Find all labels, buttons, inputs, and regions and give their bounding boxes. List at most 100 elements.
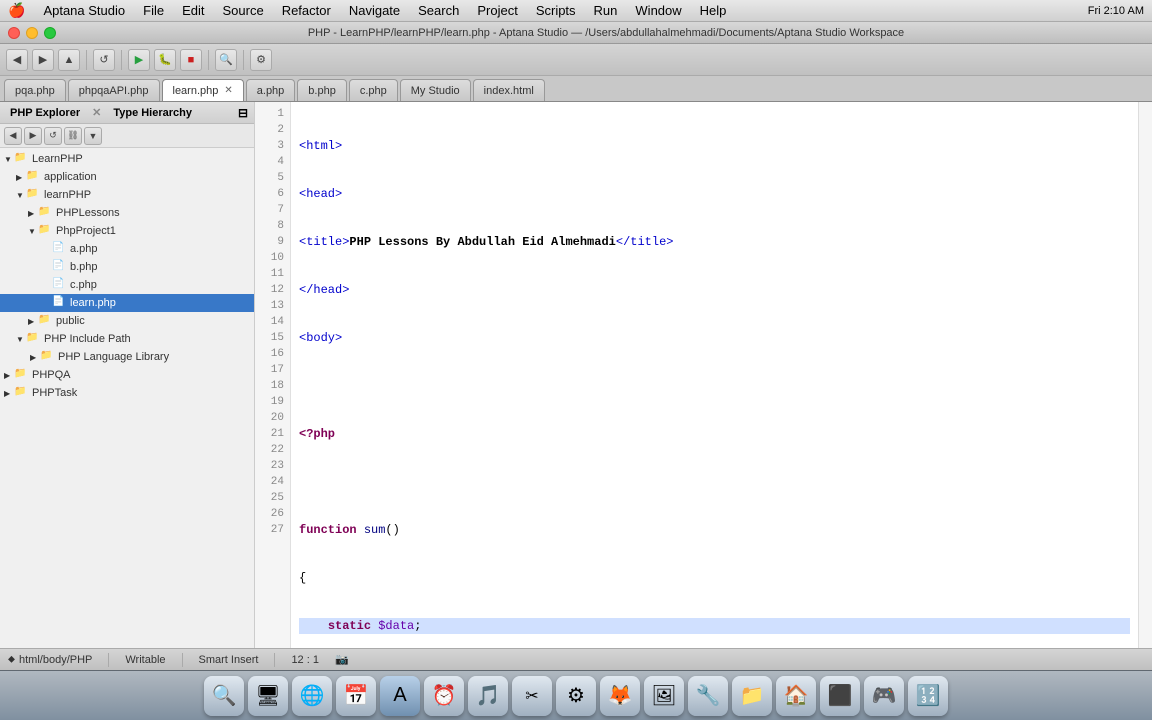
- line-num-15: 15: [255, 330, 290, 346]
- code-editor[interactable]: <html> <head> <title>PHP Lessons By Abdu…: [291, 102, 1138, 648]
- tab-mystudio[interactable]: My Studio: [400, 79, 471, 101]
- line-num-8: 8: [255, 218, 290, 234]
- line-num-20: 20: [255, 410, 290, 426]
- toolbar-preferences-btn[interactable]: ⚙: [250, 49, 272, 71]
- tab-b[interactable]: b.php: [297, 79, 347, 101]
- line-num-12: 12: [255, 282, 290, 298]
- menu-edit[interactable]: Edit: [174, 1, 212, 20]
- maximize-button[interactable]: [44, 27, 56, 39]
- menu-scripts[interactable]: Scripts: [528, 1, 584, 20]
- sidebar-tab-explorer[interactable]: PHP Explorer: [6, 105, 84, 121]
- code-line-11: static $data;: [299, 618, 1130, 634]
- editor-area[interactable]: 1 2 3 4 5 6 7 8 9 10 11 12 13 14 15 16 1: [255, 102, 1152, 648]
- tree-label-phplessons: PHPLessons: [56, 207, 120, 219]
- tab-c[interactable]: c.php: [349, 79, 398, 101]
- status-path-item: ⬥ html/body/PHP: [8, 654, 92, 666]
- dock-terminal[interactable]: ⬛: [820, 676, 860, 716]
- sidebar-refresh-btn[interactable]: ↺: [44, 127, 62, 145]
- folder-icon-php-language-library: 📁: [40, 350, 56, 364]
- tab-learn-close[interactable]: ✕: [224, 85, 232, 96]
- dock-tools[interactable]: 🔧: [688, 676, 728, 716]
- status-sep-3: [274, 653, 275, 667]
- dock-settings[interactable]: ⚙: [556, 676, 596, 716]
- sidebar-link-btn[interactable]: ⛓: [64, 127, 82, 145]
- line-num-23: 23: [255, 458, 290, 474]
- tab-learn-label: learn.php: [173, 85, 219, 97]
- tree-item-bphp[interactable]: 📄 b.php: [0, 258, 254, 276]
- tree-item-php-include-path[interactable]: ▼ 📁 PHP Include Path: [0, 330, 254, 348]
- sidebar: PHP Explorer ✕ Type Hierarchy ⊟ ◀ ▶ ↺ ⛓ …: [0, 102, 255, 648]
- tree-item-learnphp-file[interactable]: 📄 learn.php: [0, 294, 254, 312]
- tab-pqa[interactable]: pqa.php: [4, 79, 66, 101]
- dock-files[interactable]: 📁: [732, 676, 772, 716]
- dock-finder[interactable]: 🔍: [204, 676, 244, 716]
- toolbar-forward-btn[interactable]: ▶: [32, 49, 54, 71]
- menu-window[interactable]: Window: [627, 1, 689, 20]
- dock-music[interactable]: 🎵: [468, 676, 508, 716]
- apple-menu-icon[interactable]: 🍎: [8, 2, 25, 19]
- menu-run[interactable]: Run: [586, 1, 626, 20]
- toolbar-back-btn[interactable]: ◀: [6, 49, 28, 71]
- status-writable-item: Writable: [125, 654, 165, 666]
- dock: 🔍 🖥 🌐 📅 A ⏰ 🎵 ✂ ⚙ 🦊 🖼 🔧 📁 🏠 ⬛ 🎮 🔢: [0, 670, 1152, 720]
- menu-search[interactable]: Search: [410, 1, 467, 20]
- dock-home[interactable]: 🏠: [776, 676, 816, 716]
- dock-numbers[interactable]: 🔢: [908, 676, 948, 716]
- dock-browser[interactable]: 🌐: [292, 676, 332, 716]
- sidebar-expand-btn[interactable]: ▶: [24, 127, 42, 145]
- tree-item-cphp[interactable]: 📄 c.php: [0, 276, 254, 294]
- menu-navigate[interactable]: Navigate: [341, 1, 408, 20]
- line-num-5: 5: [255, 170, 290, 186]
- tree-item-php-language-library[interactable]: ▶ 📁 PHP Language Library: [0, 348, 254, 366]
- tree-item-phplessons[interactable]: ▶ 📁 PHPLessons: [0, 204, 254, 222]
- tree-item-phptask[interactable]: ▶ 📁 PHPTask: [0, 384, 254, 402]
- tab-learn[interactable]: learn.php ✕: [162, 79, 244, 101]
- toolbar-up-btn[interactable]: ▲: [58, 49, 80, 71]
- tree-item-phpqa[interactable]: ▶ 📁 PHPQA: [0, 366, 254, 384]
- close-button[interactable]: [8, 27, 20, 39]
- tab-phpqa[interactable]: phpqaAPI.php: [68, 79, 160, 101]
- menu-help[interactable]: Help: [692, 1, 735, 20]
- folder-icon-application: 📁: [26, 170, 42, 184]
- sidebar-menu-btn[interactable]: ▼: [84, 127, 102, 145]
- toolbar-refresh-btn[interactable]: ↺: [93, 49, 115, 71]
- dock-game[interactable]: 🎮: [864, 676, 904, 716]
- tree-label-learnphp: LearnPHP: [32, 153, 83, 165]
- toolbar-debug-btn[interactable]: 🐛: [154, 49, 176, 71]
- dock-firefox[interactable]: 🦊: [600, 676, 640, 716]
- tree-label-php-include-path: PHP Include Path: [44, 333, 131, 345]
- tree-item-phpproject1[interactable]: ▼ 📁 PhpProject1: [0, 222, 254, 240]
- tree-arrow-phpproject1: ▼: [28, 227, 38, 236]
- dock-photos[interactable]: 🖼: [644, 676, 684, 716]
- menu-refactor[interactable]: Refactor: [274, 1, 339, 20]
- dock-scissors[interactable]: ✂: [512, 676, 552, 716]
- menu-aptana[interactable]: Aptana Studio: [35, 1, 133, 20]
- sidebar-collapse-btn[interactable]: ◀: [4, 127, 22, 145]
- sidebar-minimize-icon[interactable]: ⊟: [238, 106, 248, 120]
- tree-item-learnphp[interactable]: ▼ 📁 LearnPHP: [0, 150, 254, 168]
- dock-calendar[interactable]: 📅: [336, 676, 376, 716]
- tree-item-public[interactable]: ▶ 📁 public: [0, 312, 254, 330]
- toolbar-stop-btn[interactable]: ■: [180, 49, 202, 71]
- dock-timemachine[interactable]: ⏰: [424, 676, 464, 716]
- traffic-lights: [8, 27, 56, 39]
- tree-item-application[interactable]: ▶ 📁 application: [0, 168, 254, 186]
- tree-item-learnphp2[interactable]: ▼ 📁 learnPHP: [0, 186, 254, 204]
- dock-dashboard[interactable]: 🖥: [248, 676, 288, 716]
- code-line-9: function sum(): [299, 522, 1130, 538]
- toolbar-run-btn[interactable]: ▶: [128, 49, 150, 71]
- sidebar-tab-hierarchy[interactable]: Type Hierarchy: [109, 105, 196, 121]
- line-num-1: 1: [255, 106, 290, 122]
- tree-arrow-learnphp2: ▼: [16, 191, 26, 200]
- menu-file[interactable]: File: [135, 1, 172, 20]
- tree-item-aphp[interactable]: 📄 a.php: [0, 240, 254, 258]
- tab-a[interactable]: a.php: [246, 79, 296, 101]
- dock-aptana[interactable]: A: [380, 676, 420, 716]
- tab-index[interactable]: index.html: [473, 79, 545, 101]
- menu-project[interactable]: Project: [469, 1, 525, 20]
- menu-source[interactable]: Source: [214, 1, 271, 20]
- tree-arrow-php-language-library: ▶: [30, 353, 40, 362]
- toolbar-search-btn[interactable]: 🔍: [215, 49, 237, 71]
- minimize-button[interactable]: [26, 27, 38, 39]
- line-num-16: 16: [255, 346, 290, 362]
